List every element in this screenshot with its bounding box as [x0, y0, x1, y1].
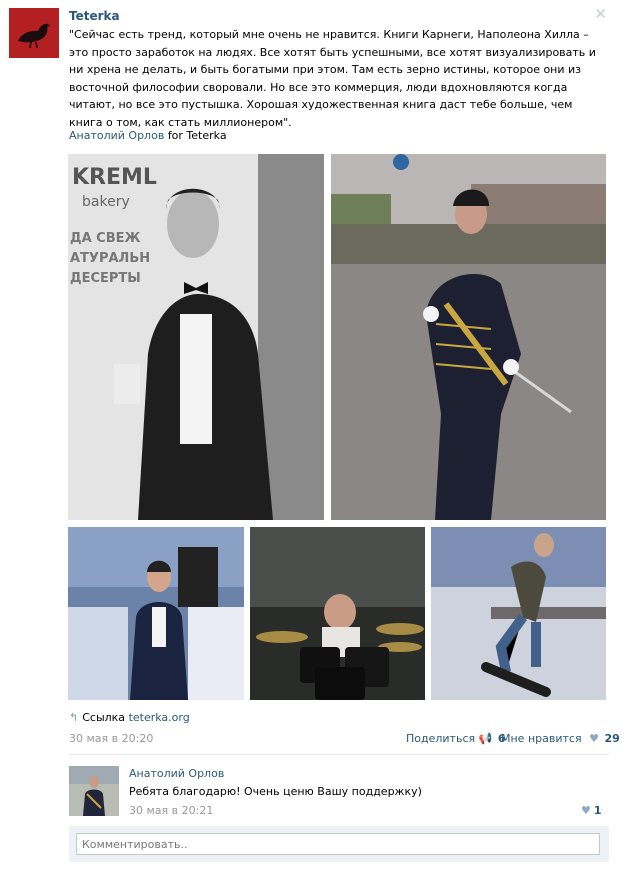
divider [69, 754, 609, 755]
like-count: 29 [604, 732, 620, 745]
share-button[interactable]: Поделиться 📢 6 [406, 732, 505, 745]
signer-link[interactable]: Анатолий Орлов [69, 129, 164, 142]
share-label: Поделиться [406, 732, 476, 745]
close-icon[interactable]: ✕ [594, 5, 607, 23]
group-avatar[interactable] [9, 8, 59, 58]
comment-like-count: 1 [593, 804, 602, 817]
comment-author-link[interactable]: Анатолий Орлов [129, 767, 224, 780]
svg-text:bakery: bakery [82, 194, 130, 210]
link-domain[interactable]: teterka.org [129, 711, 190, 724]
photo-drummer[interactable] [250, 527, 425, 700]
link-prefix: Ссылка [82, 711, 126, 724]
heart-icon: ♥ [589, 732, 599, 745]
link-arrow-icon: ↰ [69, 711, 79, 724]
svg-text:ДА СВЕЖ: ДА СВЕЖ [70, 231, 140, 246]
photo-man-bowtie[interactable]: KREML bakery ДА СВЕЖ АТУРАЛЬН ДЕСЕРТЫ [68, 154, 324, 520]
photo-snowboarder[interactable] [431, 527, 606, 700]
post-signer: Анатолий Орлов for Teterka [69, 129, 227, 142]
comment-like-button[interactable]: ♥ 1 [581, 804, 602, 817]
post-author-link[interactable]: Teterka [69, 9, 120, 23]
photo-man-suit-event[interactable] [68, 527, 244, 700]
comment-avatar[interactable] [69, 766, 119, 816]
photo-hussar-uniform[interactable] [331, 154, 606, 520]
svg-text:АТУРАЛЬН: АТУРАЛЬН [70, 251, 150, 266]
svg-text:KREML: KREML [72, 165, 157, 190]
post-link-row: ↰ Ссылка teterka.org [69, 711, 190, 724]
post-text: "Сейчас есть тренд, который мне очень не… [69, 28, 596, 129]
svg-text:ДЕСЕРТЫ: ДЕСЕРТЫ [70, 271, 141, 286]
comment-text: Ребята благодарю! Очень ценю Вашу поддер… [129, 785, 422, 798]
megaphone-icon: 📢 [478, 732, 493, 745]
heart-icon: ♥ [581, 804, 591, 817]
like-label: Мне нравится [501, 732, 582, 745]
signer-for: for Teterka [167, 129, 227, 142]
comment-date[interactable]: 30 мая в 20:21 [129, 804, 213, 817]
bird-logo-icon [9, 8, 59, 58]
like-button[interactable]: Мне нравится ♥ 29 [501, 732, 620, 745]
post-date[interactable]: 30 мая в 20:20 [69, 732, 153, 745]
comment-input[interactable] [76, 833, 600, 855]
